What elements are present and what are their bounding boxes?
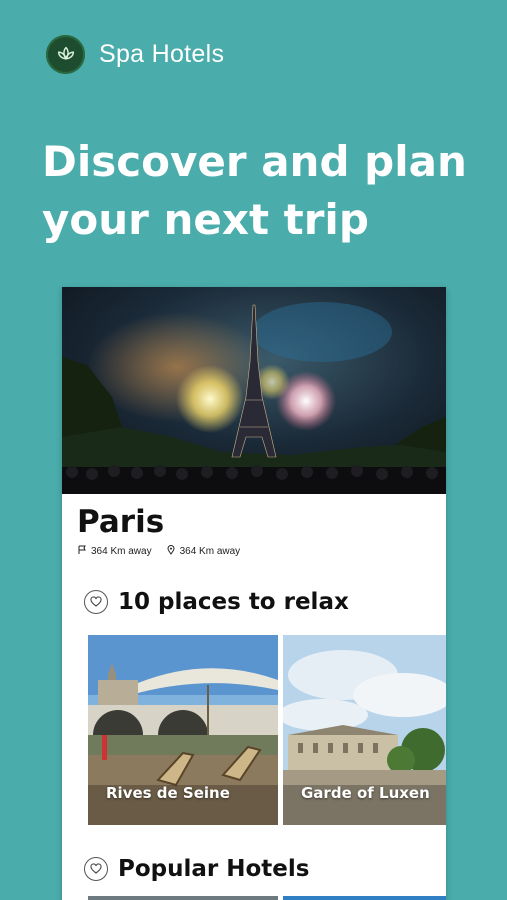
leaf-icon: [46, 35, 85, 74]
location-pin-icon: [166, 545, 176, 558]
app-name: Spa Hotels: [99, 40, 225, 68]
place-name: Garde of Luxen: [301, 784, 430, 802]
destination-card[interactable]: Paris 364 Km away 364 Km away 10 places …: [62, 287, 446, 900]
flag-icon: [77, 545, 87, 558]
headline-line-1: Discover and plan: [42, 137, 467, 186]
distance-label: 364 Km away: [91, 546, 152, 557]
hotel-card-image[interactable]: [88, 896, 278, 900]
location-label: 364 Km away: [179, 546, 241, 557]
app-brand: Spa Hotels: [46, 35, 224, 74]
section-places-to-relax: 10 places to relax: [84, 589, 349, 615]
hotel-card-image[interactable]: [283, 896, 446, 900]
destination-meta: 364 Km away 364 Km away: [77, 545, 240, 558]
heart-icon[interactable]: [84, 590, 108, 614]
section-title: Popular Hotels: [118, 856, 310, 882]
city-title: Paris: [77, 504, 165, 540]
headline: Discover and plan your next trip: [42, 133, 502, 249]
section-title: 10 places to relax: [118, 589, 349, 615]
section-popular-hotels: Popular Hotels: [84, 856, 309, 882]
heart-icon[interactable]: [84, 857, 108, 881]
headline-line-2: your next trip: [42, 195, 369, 244]
hero-image-eiffel-tower: [62, 287, 446, 494]
distance-info: 364 Km away: [77, 545, 152, 558]
place-name: Rives de Seine: [106, 784, 230, 802]
location-info: 364 Km away: [166, 545, 241, 558]
place-card-garde-of-luxen[interactable]: Garde of Luxen: [283, 635, 446, 825]
place-card-rives-de-seine[interactable]: Rives de Seine: [88, 635, 278, 825]
